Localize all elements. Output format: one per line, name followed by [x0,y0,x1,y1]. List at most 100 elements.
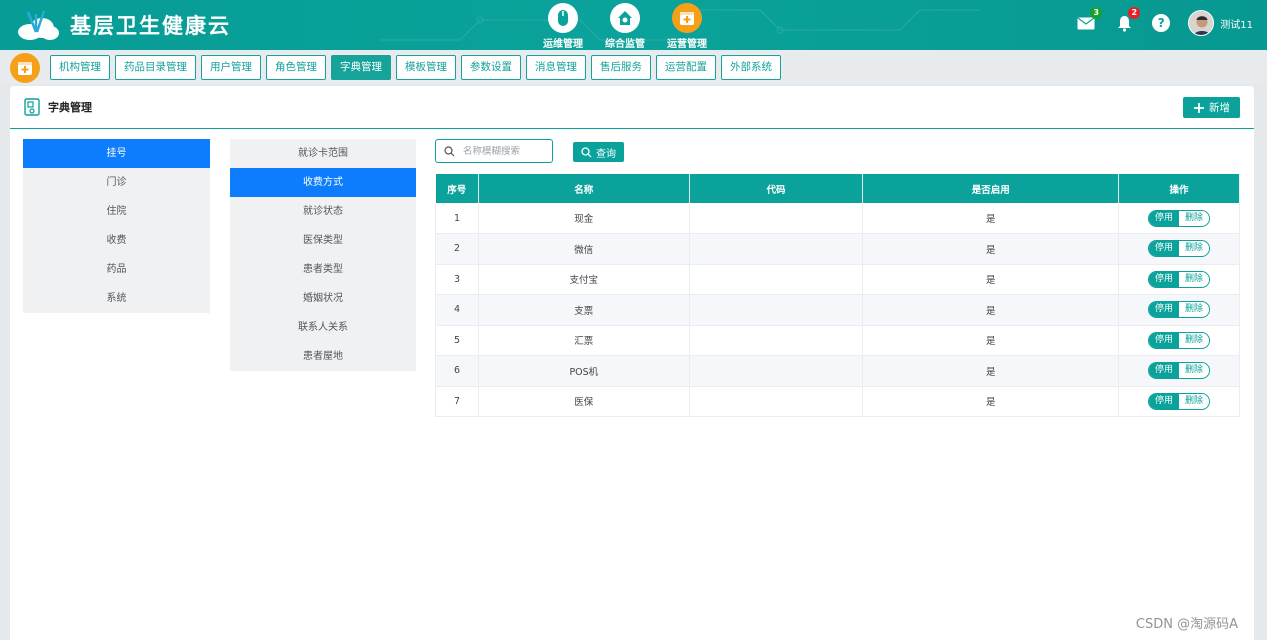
tab-list: 机构管理 药品目录管理 用户管理 角色管理 字典管理 模板管理 参数设置 消息管… [50,55,781,80]
delete-button[interactable]: 删除 [1179,393,1210,409]
col-header-code: 代码 [689,174,864,203]
cell-name: 微信 [478,233,690,265]
help-button[interactable]: ? [1152,14,1171,32]
search-icon [444,145,455,156]
table-body: 1 现金是停用 删除 2 微信是停用 删除 3 支付宝是停用 删除 4 支票是停用 删除 5 汇票是停用删… [435,203,1240,417]
query-button-label: 查询 [596,148,616,160]
subcategory-list: 就诊卡范围 收费方式 就诊状态 医保类型 患者类型 婚姻状况 联系人关系 患者屋… [230,139,416,371]
disable-button[interactable]: 停用 [1149,393,1180,409]
dictionary-table: 序号 名称 代码 是否启用 操作 1 现金是停用 删除 2 微信是停用 删除 3 支付宝是停用… [435,174,1240,417]
avatar [1188,10,1215,36]
tab-bar: 机构管理 药品目录管理 用户管理 角色管理 字典管理 模板管理 参数设置 消息管… [0,50,1267,84]
tab-home-button[interactable] [10,53,40,83]
subcategory-item[interactable]: 患者类型 [230,255,416,284]
row-actions: 停用 删除 [1148,270,1211,288]
subcategory-item[interactable]: 就诊状态 [230,197,416,226]
table-row: 6 POS机 是 停用 删除 [435,355,1240,387]
category-item[interactable]: 收费 [23,226,210,255]
user-menu[interactable]: 测试11 [1188,10,1253,36]
delete-button[interactable]: 删除 [1179,363,1210,379]
top-header: 基层卫生健康云 运维管理 综合监管 运营管理 3 2 ? 测试11 [0,0,1267,50]
add-button[interactable]: 新增 [1183,97,1240,118]
delete-button[interactable]: 删除 [1179,302,1210,318]
subcategory-item[interactable]: 患者屋地 [230,342,416,371]
mouse-icon [548,3,578,33]
disable-button[interactable]: 停用 [1149,363,1180,379]
row-actions: 停用 删除 [1148,362,1211,380]
cell-index: 4 [435,294,479,326]
calendar-cross-icon [18,62,32,75]
cell-name: 支票 [478,294,690,326]
nav-label: 运营管理 [667,39,707,50]
subcategory-item[interactable]: 就诊卡范围 [230,139,416,168]
disable-button[interactable]: 停用 [1149,241,1180,257]
search-input[interactable] [463,145,543,157]
cell-name: 医保 [478,386,690,417]
table-row: 4 支票 是 停用 删除 [435,294,1240,326]
page-title-text: 字典管理 [48,101,92,114]
mail-count-badge: 3 [1090,7,1103,19]
category-item[interactable]: 药品 [23,255,210,284]
delete-button[interactable]: 删除 [1179,210,1210,226]
calendar-cross-icon [672,3,702,33]
disable-button[interactable]: 停用 [1149,302,1180,318]
nav-ops-management[interactable]: 运维管理 [540,3,586,50]
mail-button[interactable]: 3 [1076,7,1103,33]
tab-roles[interactable]: 角色管理 [266,55,326,80]
tab-org[interactable]: 机构管理 [50,55,110,80]
cell-actions: 停用 删除 [1118,325,1240,356]
watermark: CSDN @淘源码A [1135,617,1238,632]
nav-operations[interactable]: 运营管理 [664,3,710,50]
cell-enabled: 是 [862,325,1120,356]
panel-header: 字典管理 新增 [10,86,1254,129]
page-title: 字典管理 [24,98,92,116]
tab-parameters[interactable]: 参数设置 [461,55,521,80]
subcategory-item[interactable]: 婚姻状况 [230,284,416,313]
nav-supervision[interactable]: 综合监管 [602,3,648,50]
subcategory-item[interactable]: 联系人关系 [230,313,416,342]
cell-actions: 停用 删除 [1118,233,1240,265]
tab-dictionary[interactable]: 字典管理 [331,55,391,80]
query-button[interactable]: 查询 [573,142,624,162]
col-header-name: 名称 [478,174,690,203]
disable-button[interactable]: 停用 [1149,332,1180,348]
module-nav: 运维管理 综合监管 运营管理 [540,3,710,50]
cell-index: 7 [435,386,479,417]
tab-external[interactable]: 外部系统 [721,55,781,80]
cell-name: POS机 [478,355,690,387]
subcategory-item[interactable]: 收费方式 [230,168,416,197]
subcategory-item[interactable]: 医保类型 [230,226,416,255]
tab-after-sales[interactable]: 售后服务 [591,55,651,80]
table-row: 2 微信 是 停用 删除 [435,233,1240,265]
cell-enabled: 是 [862,203,1120,234]
delete-button[interactable]: 删除 [1179,241,1210,257]
category-item[interactable]: 系统 [23,284,210,313]
tab-users[interactable]: 用户管理 [201,55,261,80]
table-header-row: 序号 名称 代码 是否启用 操作 [435,174,1240,203]
disable-button[interactable]: 停用 [1149,210,1180,226]
table-row: 1 现金 是 停用 删除 [435,203,1240,234]
tab-messages[interactable]: 消息管理 [526,55,586,80]
disable-button[interactable]: 停用 [1149,271,1180,287]
plus-icon [1194,102,1204,113]
category-item[interactable]: 挂号 [23,139,210,168]
category-item[interactable]: 住院 [23,197,210,226]
cell-enabled: 是 [862,264,1120,295]
cell-code [689,325,864,356]
tab-templates[interactable]: 模板管理 [396,55,456,80]
cell-actions: 停用 删除 [1118,264,1240,295]
cell-code [689,264,864,295]
app-logo[interactable]: 基层卫生健康云 [14,8,231,42]
delete-button[interactable]: 删除 [1179,332,1210,348]
search-field [435,139,553,163]
cell-code [689,233,864,265]
row-actions: 停用 删除 [1148,331,1211,349]
nav-label: 运维管理 [543,39,583,50]
delete-button[interactable]: 删除 [1179,271,1210,287]
tab-ops-config[interactable]: 运营配置 [656,55,716,80]
category-item[interactable]: 门诊 [23,168,210,197]
cell-actions: 停用 删除 [1118,203,1240,234]
tab-drug-catalog[interactable]: 药品目录管理 [115,55,196,80]
notification-button[interactable]: 2 [1114,7,1141,33]
house-gear-icon [610,3,640,33]
